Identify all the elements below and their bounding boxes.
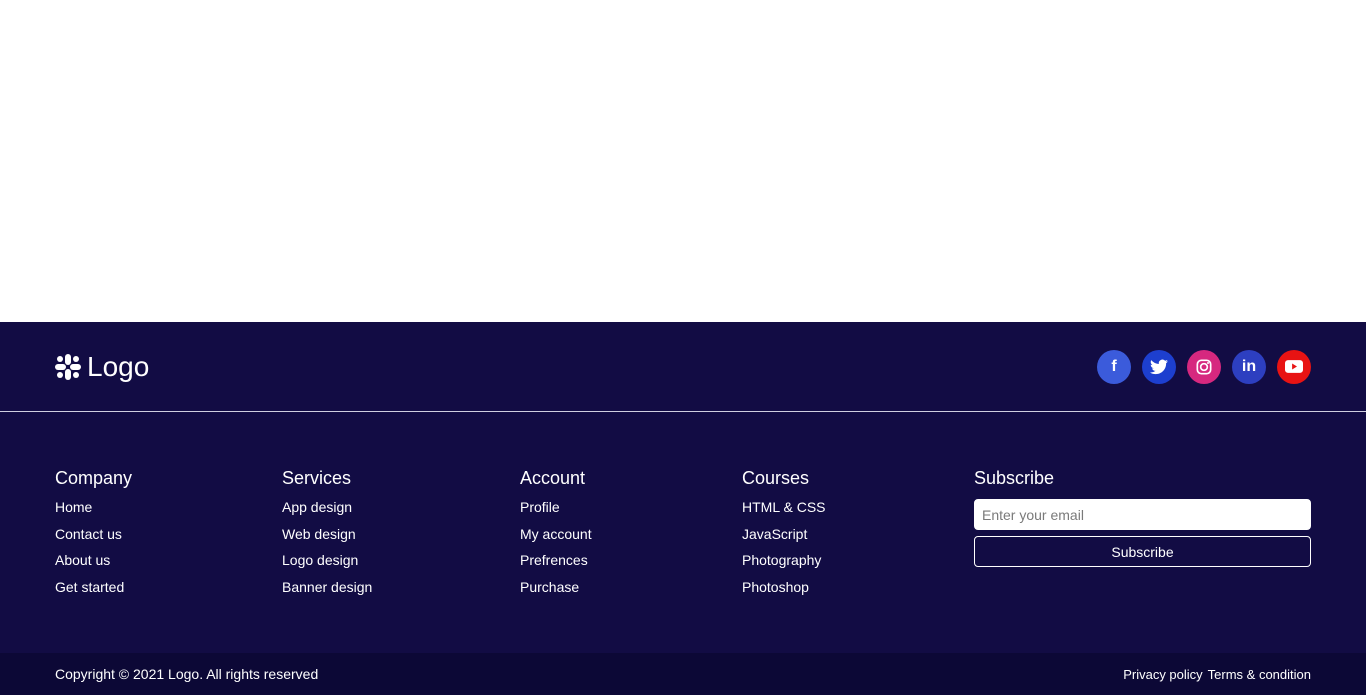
courses-column: Courses HTML & CSS JavaScript Photograph… xyxy=(742,468,826,605)
services-column: Services App design Web design Logo desi… xyxy=(282,468,372,605)
footer-logo[interactable]: Logo xyxy=(55,351,149,383)
slack-icon xyxy=(55,353,81,380)
youtube-icon[interactable] xyxy=(1277,349,1311,384)
copyright-text: Copyright © 2021 Logo. All rights reserv… xyxy=(55,666,319,682)
link-purchase[interactable]: Purchase xyxy=(520,579,579,595)
privacy-policy-link[interactable]: Privacy policy xyxy=(1123,667,1202,682)
blank-content-area xyxy=(0,0,1366,322)
email-input[interactable] xyxy=(974,499,1311,530)
link-home[interactable]: Home xyxy=(55,499,92,515)
linkedin-icon[interactable]: in xyxy=(1232,349,1266,384)
link-my-account[interactable]: My account xyxy=(520,526,592,542)
site-footer: Logo f in Company Home Contact us About … xyxy=(0,322,1366,695)
link-web-design[interactable]: Web design xyxy=(282,526,356,542)
facebook-icon[interactable]: f xyxy=(1097,349,1131,384)
link-javascript[interactable]: JavaScript xyxy=(742,526,807,542)
link-banner-design[interactable]: Banner design xyxy=(282,579,372,595)
courses-heading: Courses xyxy=(742,468,810,488)
link-about-us[interactable]: About us xyxy=(55,552,110,568)
company-heading: Company xyxy=(55,468,133,488)
link-preferences[interactable]: Prefrences xyxy=(520,552,588,568)
footer-bottom-bar: Copyright © 2021 Logo. All rights reserv… xyxy=(0,653,1366,695)
link-get-started[interactable]: Get started xyxy=(55,579,124,595)
account-column: Account Profile My account Prefrences Pu… xyxy=(520,468,592,605)
link-logo-design[interactable]: Logo design xyxy=(282,552,358,568)
social-links: f in xyxy=(1097,349,1311,384)
link-profile[interactable]: Profile xyxy=(520,499,560,515)
logo-text: Logo xyxy=(87,350,150,382)
company-column: Company Home Contact us About us Get sta… xyxy=(55,468,132,605)
instagram-icon[interactable] xyxy=(1187,349,1221,384)
link-photoshop[interactable]: Photoshop xyxy=(742,579,809,595)
subscribe-heading: Subscribe xyxy=(974,468,1055,488)
subscribe-button[interactable]: Subscribe xyxy=(974,536,1311,567)
subscribe-column: Subscribe Subscribe xyxy=(974,468,1311,567)
twitter-icon[interactable] xyxy=(1142,349,1176,384)
link-html-css[interactable]: HTML & CSS xyxy=(742,499,826,515)
account-heading: Account xyxy=(520,468,586,488)
legal-links: Privacy policy Terms & condition xyxy=(1123,667,1311,682)
link-app-design[interactable]: App design xyxy=(282,499,352,515)
terms-condition-link[interactable]: Terms & condition xyxy=(1208,667,1311,682)
link-photography[interactable]: Photography xyxy=(742,552,821,568)
services-heading: Services xyxy=(282,468,352,488)
link-contact-us[interactable]: Contact us xyxy=(55,526,122,542)
footer-columns: Company Home Contact us About us Get sta… xyxy=(0,412,1366,652)
footer-top-row: Logo f in xyxy=(0,322,1366,412)
